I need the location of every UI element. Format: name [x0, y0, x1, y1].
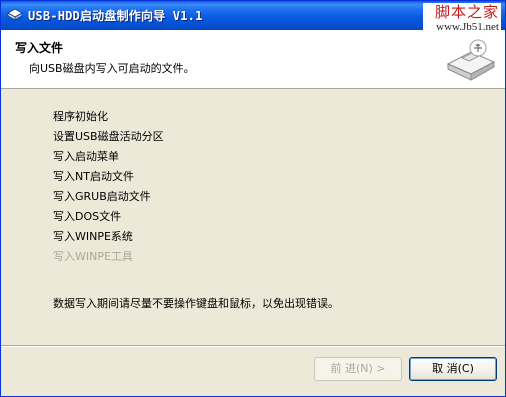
step-item-pending: 写入WINPE工具 — [53, 250, 133, 263]
footer-divider — [1, 345, 505, 347]
window-title: USB-HDD启动盘制作向导 V1.1 — [28, 9, 203, 23]
wizard-header: 写入文件 向USB磁盘内写入可启动的文件。 — [1, 30, 505, 89]
step-list: 程序初始化 设置USB磁盘活动分区 写入启动菜单 写入NT启动文件 写入GRUB… — [53, 107, 353, 267]
page-subtitle: 向USB磁盘内写入可启动的文件。 — [29, 62, 195, 75]
step-item: 程序初始化 — [53, 110, 108, 123]
notice-text: 数据写入期间请尽量不要操作键盘和鼠标，以免出现错误。 — [53, 297, 339, 310]
next-button[interactable]: 前 进(N) > — [314, 357, 402, 381]
step-item: 写入GRUB启动文件 — [53, 190, 151, 203]
step-item: 写入WINPE系统 — [53, 230, 133, 243]
step-item: 写入NT启动文件 — [53, 170, 134, 183]
watermark-url: www.Jb51.net — [423, 21, 501, 34]
page-title: 写入文件 — [15, 41, 64, 55]
usb-drive-icon — [446, 39, 496, 81]
step-item: 写入启动菜单 — [53, 150, 119, 163]
watermark-logo: 脚本之家 — [423, 3, 501, 21]
wizard-app-icon — [7, 8, 23, 21]
cancel-button[interactable]: 取 消(C) — [409, 357, 497, 381]
step-item: 设置USB磁盘活动分区 — [53, 130, 164, 143]
wizard-window: USB-HDD启动盘制作向导 V1.1 脚本之家 www.Jb51.net 写入… — [0, 0, 506, 397]
site-watermark: 脚本之家 www.Jb51.net — [423, 3, 501, 37]
step-item: 写入DOS文件 — [53, 210, 122, 223]
